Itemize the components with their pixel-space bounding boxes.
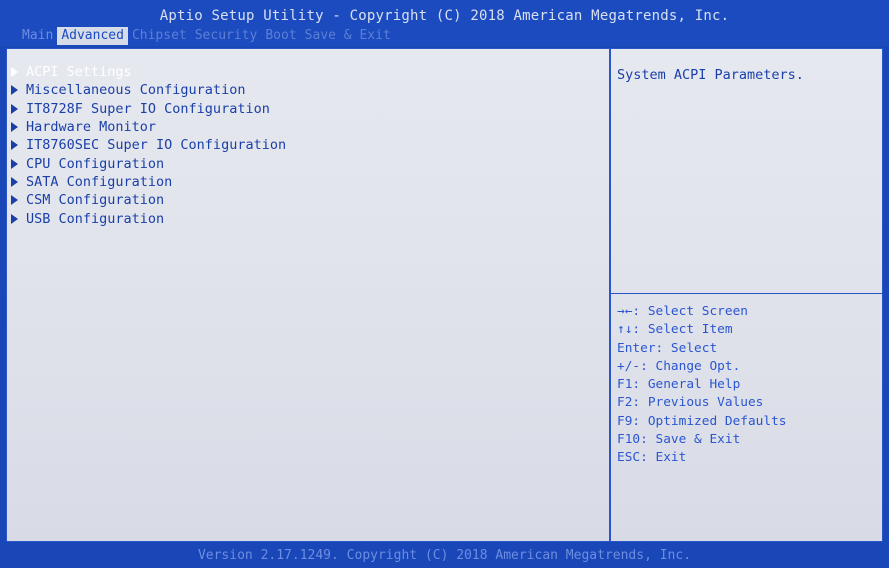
tab-main[interactable]: Main bbox=[18, 27, 57, 45]
key-hint-select-item: ↑↓: Select Item bbox=[617, 322, 733, 338]
menu-item-sata-configuration[interactable]: SATA Configuration bbox=[11, 173, 286, 191]
help-description: System ACPI Parameters. bbox=[617, 67, 804, 83]
submenu-arrow-icon bbox=[11, 85, 18, 96]
submenu-arrow-icon bbox=[11, 122, 18, 133]
menu-item-label: IT8728F Super IO Configuration bbox=[26, 100, 270, 117]
submenu-arrow-icon bbox=[11, 195, 18, 206]
submenu-arrow-icon bbox=[11, 176, 18, 187]
menu-item-it8760sec-super-io[interactable]: IT8760SEC Super IO Configuration bbox=[11, 136, 286, 154]
menu-item-label: CPU Configuration bbox=[26, 155, 165, 172]
submenu-arrow-icon bbox=[11, 67, 18, 78]
tab-boot[interactable]: Boot bbox=[261, 27, 300, 45]
key-hint-select-screen: →←: Select Screen bbox=[617, 304, 748, 319]
menu-item-acpi-settings[interactable]: ACPI Settings bbox=[11, 63, 286, 81]
help-pane: System ACPI Parameters. →←: Select Scree… bbox=[611, 49, 882, 541]
app-title: Aptio Setup Utility - Copyright (C) 2018… bbox=[159, 8, 730, 24]
menu-item-label: Miscellaneous Configuration bbox=[26, 82, 246, 99]
key-hint-save-exit: F10: Save & Exit bbox=[617, 432, 741, 448]
menu-item-label: USB Configuration bbox=[26, 210, 165, 227]
key-hint-esc-exit: ESC: Exit bbox=[617, 450, 687, 466]
key-hint-change-opt: +/-: Change Opt. bbox=[617, 358, 741, 374]
tab-chipset[interactable]: Chipset bbox=[128, 27, 191, 45]
menu-item-usb-configuration[interactable]: USB Configuration bbox=[11, 209, 286, 227]
header-bar: Aptio Setup Utility - Copyright (C) 2018… bbox=[0, 0, 889, 46]
menu-item-label: CSM Configuration bbox=[26, 192, 165, 209]
menu-item-label: SATA Configuration bbox=[26, 173, 173, 190]
key-hint-general-help: F1: General Help bbox=[617, 377, 741, 393]
tab-save-exit[interactable]: Save & Exit bbox=[301, 27, 395, 45]
key-legend: →←: Select Screen ↑↓: Select Item Enter:… bbox=[617, 303, 787, 468]
submenu-arrow-icon bbox=[11, 140, 18, 151]
menu-item-miscellaneous-configuration[interactable]: Miscellaneous Configuration bbox=[11, 81, 286, 99]
menu-item-cpu-configuration[interactable]: CPU Configuration bbox=[11, 154, 286, 172]
menu-item-csm-configuration[interactable]: CSM Configuration bbox=[11, 191, 286, 209]
key-hint-optimized-defaults: F9: Optimized Defaults bbox=[617, 413, 787, 429]
menu-item-label: ACPI Settings bbox=[26, 64, 132, 81]
submenu-arrow-icon bbox=[11, 103, 18, 114]
menu-list: ACPI Settings Miscellaneous Configuratio… bbox=[11, 63, 286, 228]
tab-bar: Main Advanced Chipset Security Boot Save… bbox=[18, 27, 395, 45]
footer-version: Version 2.17.1249. Copyright (C) 2018 Am… bbox=[197, 548, 692, 563]
key-hint-enter: Enter: Select bbox=[617, 340, 718, 356]
submenu-arrow-icon bbox=[11, 158, 18, 169]
menu-item-hardware-monitor[interactable]: Hardware Monitor bbox=[11, 118, 286, 136]
tab-security[interactable]: Security bbox=[191, 27, 262, 45]
submenu-arrow-icon bbox=[11, 213, 18, 224]
menu-item-label: IT8760SEC Super IO Configuration bbox=[26, 137, 287, 154]
menu-item-label: Hardware Monitor bbox=[26, 119, 157, 136]
main-panel: ACPI Settings Miscellaneous Configuratio… bbox=[6, 48, 883, 542]
key-hint-previous-values: F2: Previous Values bbox=[617, 395, 764, 411]
menu-pane: ACPI Settings Miscellaneous Configuratio… bbox=[7, 49, 609, 541]
help-divider bbox=[611, 293, 882, 294]
menu-item-it8728f-super-io[interactable]: IT8728F Super IO Configuration bbox=[11, 100, 286, 118]
tab-advanced[interactable]: Advanced bbox=[57, 27, 128, 45]
